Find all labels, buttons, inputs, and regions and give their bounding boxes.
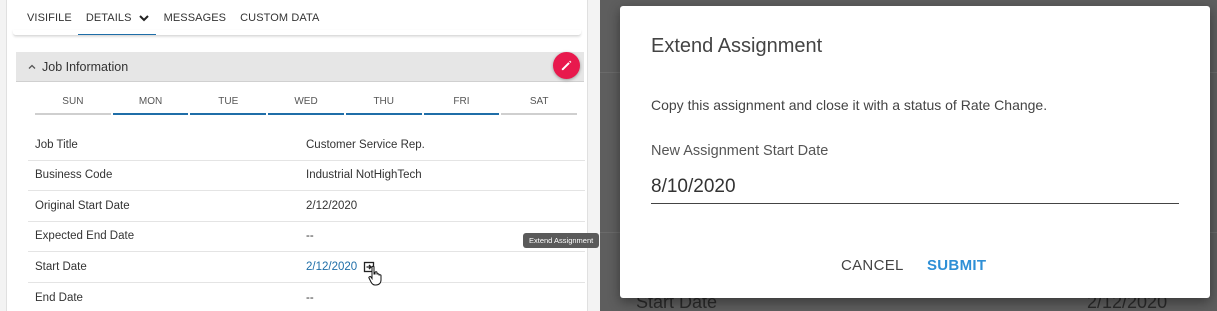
collapsed-panel-edge [13, 30, 581, 36]
field-row-start-date: Start Date 2/12/2020 [28, 252, 585, 283]
start-date-value: 2/12/2020 [306, 261, 585, 273]
day-mon[interactable]: MON [112, 95, 189, 115]
extend-assignment-modal-view: Start Date 2/12/2020 Extend Assignment C… [600, 0, 1217, 311]
new-start-date-input[interactable] [651, 170, 1179, 204]
tab-label: DETAILS [85, 12, 132, 24]
day-tue[interactable]: TUE [190, 95, 267, 115]
field-row-job-title: Job Title Customer Service Rep. [28, 130, 585, 161]
tab-label: MESSAGES [163, 12, 227, 24]
field-row-original-start-date: Original Start Date 2/12/2020 [28, 191, 585, 222]
field-value: 2/12/2020 [306, 199, 358, 212]
field-value: Customer Service Rep. [306, 138, 425, 151]
dialog-message: Copy this assignment and close it with a… [651, 97, 1048, 113]
details-card: VISIFILE DETAILS MESSAGES CUSTOM DATA Jo… [6, 0, 600, 311]
assignment-details-pane: VISIFILE DETAILS MESSAGES CUSTOM DATA Jo… [0, 0, 600, 311]
field-value: Industrial NotHighTech [306, 169, 422, 182]
day-wed[interactable]: WED [268, 95, 344, 115]
extend-assignment-tooltip: Extend Assignment [523, 233, 600, 248]
day-sat[interactable]: SAT [501, 95, 578, 115]
field-row-end-date: End Date -- [28, 283, 585, 311]
extend-assignment-dialog: Extend Assignment Copy this assignment a… [620, 6, 1210, 298]
job-information-header[interactable]: Job Information [16, 52, 584, 82]
field-label: Job Title [35, 138, 78, 151]
submit-button[interactable]: SUBMIT [927, 257, 986, 274]
day-sun[interactable]: SUN [35, 95, 111, 115]
field-label: Start Date [35, 260, 87, 273]
dialog-title: Extend Assignment [651, 35, 823, 57]
tab-label: CUSTOM DATA [240, 12, 320, 24]
cancel-button[interactable]: CANCEL [841, 257, 904, 274]
new-start-date-label: New Assignment Start Date [651, 143, 829, 159]
field-value: -- [306, 291, 314, 304]
day-thu[interactable]: THU [345, 95, 422, 115]
job-fields-list: Job Title Customer Service Rep. Business… [28, 130, 585, 311]
chevron-down-icon [138, 15, 149, 22]
screenshot-stage: VISIFILE DETAILS MESSAGES CUSTOM DATA Jo… [0, 0, 1217, 311]
field-label: End Date [35, 291, 83, 304]
chevron-up-icon [28, 64, 36, 69]
tab-label: VISIFILE [27, 12, 72, 24]
field-row-expected-end-date: Expected End Date -- [28, 222, 585, 252]
field-label: Original Start Date [35, 199, 130, 212]
hand-cursor-icon [368, 265, 382, 286]
weekday-selector: SUN MON TUE WED THU FRI SAT [35, 95, 579, 115]
section-title: Job Information [42, 59, 129, 74]
pencil-icon [561, 60, 572, 71]
day-fri[interactable]: FRI [423, 95, 500, 115]
edit-button[interactable] [553, 52, 580, 79]
field-row-business-code: Business Code Industrial NotHighTech [28, 161, 585, 191]
start-date-link[interactable]: 2/12/2020 [306, 261, 357, 273]
field-label: Expected End Date [35, 230, 135, 243]
field-label: Business Code [35, 169, 113, 182]
